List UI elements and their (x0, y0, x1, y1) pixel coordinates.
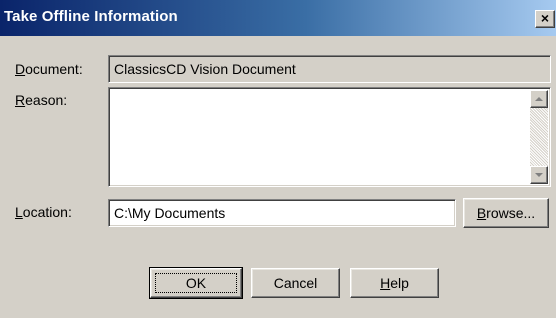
reason-scrollbar[interactable] (530, 90, 548, 184)
cancel-button[interactable]: Cancel (251, 268, 340, 298)
location-input[interactable]: C:\My Documents (108, 199, 456, 227)
browse-mnemonic: B (476, 205, 487, 221)
document-label: Document: (15, 61, 83, 77)
help-label: elp (390, 275, 409, 291)
reason-label-mnemonic: R (15, 92, 26, 108)
location-label: Location: (15, 204, 72, 220)
document-label-text: ocument: (25, 61, 83, 77)
document-field: ClassicsCD Vision Document (108, 55, 551, 83)
focus-rectangle (155, 273, 237, 293)
take-offline-dialog: Take Offline Information × Document: Cla… (0, 0, 556, 318)
title-bar[interactable]: Take Offline Information × (0, 0, 556, 36)
ok-button[interactable]: OK (149, 267, 243, 299)
window-title: Take Offline Information (4, 8, 178, 25)
location-label-mnemonic: L (15, 204, 23, 220)
reason-label: Reason: (15, 92, 67, 108)
browse-label: rowse... (486, 205, 536, 221)
reason-label-text: eason: (25, 92, 68, 108)
document-value: ClassicsCD Vision Document (114, 61, 296, 77)
scroll-down-button[interactable] (530, 166, 548, 184)
reason-textarea[interactable] (108, 87, 551, 187)
scroll-down-arrow-icon (535, 173, 543, 177)
close-icon: × (540, 10, 550, 26)
close-button[interactable]: × (535, 10, 555, 28)
help-mnemonic: H (380, 275, 391, 291)
cancel-label: Cancel (273, 275, 318, 291)
location-label-text: ocation: (22, 204, 72, 220)
document-label-mnemonic: D (15, 61, 26, 77)
scroll-up-button[interactable] (530, 90, 548, 108)
location-value: C:\My Documents (114, 205, 226, 221)
scroll-up-arrow-icon (535, 97, 543, 101)
browse-button[interactable]: Browse... (463, 198, 549, 228)
help-button[interactable]: Help (350, 268, 439, 298)
